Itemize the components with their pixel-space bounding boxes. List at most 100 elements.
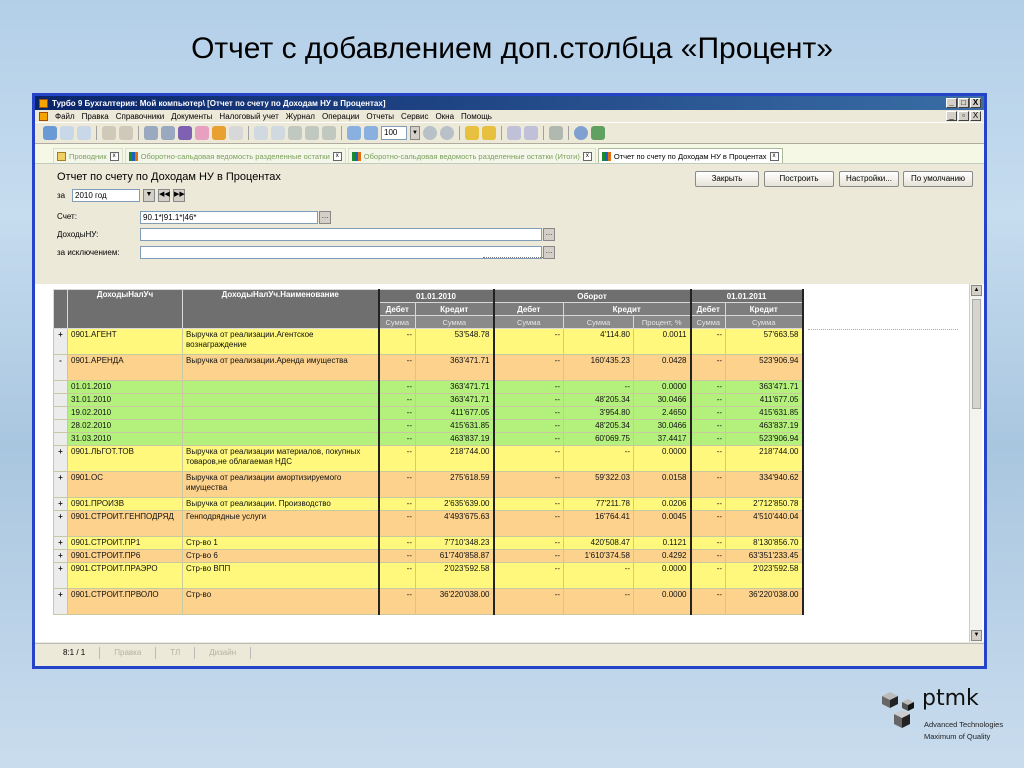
nav-right-icon[interactable] [440,126,454,140]
splitter-handle[interactable] [483,257,543,260]
header-credit[interactable]: Кредит [563,302,691,316]
scroll-up-icon[interactable]: ▲ [971,285,982,296]
close-window-button[interactable]: X [970,98,981,108]
clear-icon[interactable] [229,126,243,140]
exit-icon[interactable] [591,126,605,140]
hierarchy-icon[interactable] [178,126,192,140]
scroll-thumb[interactable] [972,299,981,409]
table-subrow[interactable]: 28.02.2010 -- 415'631.85 -- 48'205.34 30.0466… [53,419,804,433]
table-subrow[interactable]: 31.03.2010 -- 463'837.19 -- 60'069.75 37.4417… [53,432,804,446]
expand-toggle[interactable]: + [53,328,68,355]
table-row[interactable]: +0901.АГЕНТ Выручка от реализации.Агентск… [53,328,804,355]
header-date-end[interactable]: 01.01.2011 [689,289,804,303]
expand-toggle[interactable]: + [53,549,68,563]
table-row[interactable]: +0901.ПРОИЗВ Выручка от реализации. Произ… [53,497,804,511]
expand-toggle[interactable]: - [53,354,68,381]
expand-toggle[interactable]: + [53,497,68,511]
maximize-button[interactable]: □ [958,98,969,108]
tab-close-icon[interactable]: x [109,151,119,161]
header-debit[interactable]: Дебет [377,302,416,316]
header-code[interactable]: ДоходыНалУч [67,289,183,329]
income-field[interactable] [140,228,542,241]
expand-toggle[interactable]: + [53,562,68,589]
account-select-icon[interactable]: … [319,211,331,224]
header-debit[interactable]: Дебет [689,302,726,316]
tab-income-report[interactable]: Отчет по счету по Доходам НУ в Процентах… [597,148,783,163]
check-icon[interactable] [288,126,302,140]
menu-operations[interactable]: Операции [322,112,359,121]
settings-button[interactable]: Настройки... [839,171,899,187]
print-icon[interactable] [102,126,116,140]
tab-close-icon[interactable]: x [769,151,779,161]
table-row[interactable]: -0901.АРЕНДА Выручка от реализации.Аренда… [53,354,804,381]
period-field[interactable]: 2010 год [72,189,140,202]
doc-close-button[interactable]: X [970,111,981,121]
sort-icon[interactable] [212,126,226,140]
menu-windows[interactable]: Окна [435,112,454,121]
arrow-left-icon[interactable] [507,126,521,140]
menu-documents[interactable]: Документы [171,112,212,121]
expand-toggle[interactable]: + [53,445,68,472]
header-turnover[interactable]: Оборот [492,289,691,303]
window-titlebar[interactable]: Турбо 9 Бухгалтерия: Мой компьютер\ [Отч… [35,96,984,110]
paste-icon[interactable] [271,126,285,140]
help-icon[interactable] [574,126,588,140]
header-credit[interactable]: Кредит [415,302,494,316]
zoom-input[interactable]: 100 [381,126,407,140]
calendar-icon[interactable] [364,126,378,140]
expand-toggle[interactable]: + [53,536,68,550]
expand-toggle[interactable]: + [53,588,68,615]
folder-icon[interactable] [465,126,479,140]
arrow-right-icon[interactable] [524,126,538,140]
prev-period-icon[interactable]: ◀◀ [158,189,170,202]
table-row[interactable]: +0901.ОС Выручка от реализации амортизиру… [53,471,804,498]
table-row[interactable]: +0901.СТРОИТ.ПР6 Стр-во 6 -- 61'740'858.87-… [53,549,804,563]
tab-close-icon[interactable]: x [582,151,592,161]
menu-service[interactable]: Сервис [401,112,428,121]
delete-icon[interactable] [322,126,336,140]
doc-minimize-button[interactable]: _ [946,111,957,121]
menu-catalogs[interactable]: Справочники [116,112,164,121]
next-period-icon[interactable]: ▶▶ [173,189,185,202]
expand-toggle[interactable]: + [53,471,68,498]
tab-explorer[interactable]: Проводник x [53,148,123,163]
except-select-icon[interactable]: … [543,246,555,259]
home-icon[interactable] [43,126,57,140]
search-icon[interactable] [144,126,158,140]
menu-help[interactable]: Помощь [461,112,492,121]
tab-close-icon[interactable]: x [332,151,342,161]
note-icon[interactable] [482,126,496,140]
header-name[interactable]: ДоходыНалУч.Наименование [182,289,379,329]
table-subrow[interactable]: 01.01.2010 -- 363'471.71 -- -- 0.0000 -- 363'47… [53,380,804,394]
expand-toggle[interactable]: + [53,510,68,537]
menu-journal[interactable]: Журнал [286,112,315,121]
back-icon[interactable] [60,126,74,140]
table-row[interactable]: +0901.СТРОИТ.ГЕНПОДРЯД Генподрядные услуг… [53,510,804,537]
calculator-icon[interactable] [549,126,563,140]
zoom-dropdown-icon[interactable]: ▼ [410,126,420,140]
income-select-icon[interactable]: … [543,228,555,241]
table-row[interactable]: +0901.СТРОИТ.ПР1 Стр-во 1 -- 7'710'348.23 --… [53,536,804,550]
copy-icon[interactable] [254,126,268,140]
uncheck-icon[interactable] [305,126,319,140]
tab-turnover[interactable]: Оборотно-сальдовая ведомость разделенные… [124,148,346,163]
header-credit[interactable]: Кредит [725,302,804,316]
vertical-scrollbar[interactable]: ▲ ▼ [969,284,982,642]
table-row[interactable]: +0901.СТРОИТ.ПРАЭРО Стр-во ВПП -- 2'023'592… [53,562,804,589]
menu-edit[interactable]: Правка [82,112,109,121]
account-field[interactable]: 90.1*|91.1*|46* [140,211,318,224]
menu-reports[interactable]: Отчеты [366,112,394,121]
menu-tax[interactable]: Налоговый учет [219,112,278,121]
default-button[interactable]: По умолчанию [903,171,973,187]
menu-file[interactable]: Файл [55,112,75,121]
doc-restore-button[interactable]: ▫ [958,111,969,121]
table-row[interactable]: +0901.СТРОИТ.ПРВОЛО Стр-во -- 36'220'038.00… [53,588,804,615]
table-icon[interactable] [347,126,361,140]
filter-icon[interactable] [195,126,209,140]
table-row[interactable]: +0901.ЛЬГОТ.ТОВ Выручка от реализации мат… [53,445,804,472]
build-button[interactable]: Построить [764,171,834,187]
table-subrow[interactable]: 31.01.2010 -- 363'471.71 -- 48'205.34 30.0466… [53,393,804,407]
search-next-icon[interactable] [161,126,175,140]
nav-left-icon[interactable] [423,126,437,140]
preview-icon[interactable] [119,126,133,140]
